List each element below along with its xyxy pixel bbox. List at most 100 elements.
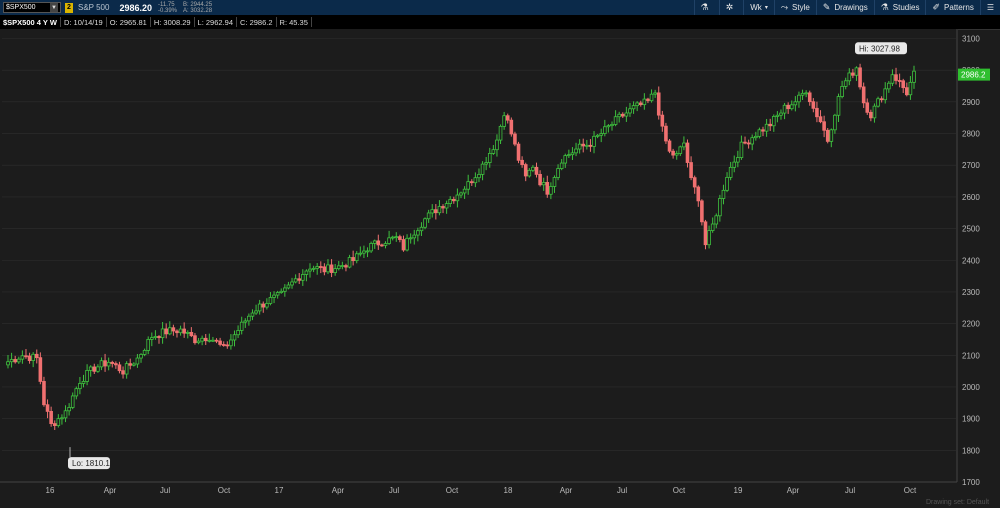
symbol-text: $SPX500 [6,4,36,11]
x-tick-label: 19 [734,486,743,495]
flask-button[interactable]: ⚗ [693,0,719,15]
patterns-button[interactable]: ✐ Patterns [925,0,979,15]
candle-body [825,129,830,142]
candle-body [372,240,377,244]
candle-body [469,181,474,184]
candle-body [110,361,115,364]
timeframe-button[interactable]: Wk ▾ [743,0,774,15]
candle-body [247,315,251,322]
candle-body [861,86,866,104]
candle-body [585,144,589,147]
candle-body [736,157,740,163]
x-tick-label: Apr [104,486,117,495]
menu-button[interactable]: ☰ [979,0,1000,15]
candle-body [721,189,726,199]
candle-body [822,121,826,131]
candle-body [771,116,776,127]
candle-body [365,250,370,253]
candle-body [398,236,402,240]
candle-body [221,344,226,346]
x-axis: 16 Apr Jul Oct 17 Apr Jul Oct 18 Apr Jul Oct 19 Apr Ju… [46,486,990,506]
x-tick-label: Oct [904,486,917,495]
candle-body [804,92,808,95]
candle-body [214,339,219,342]
y-tick-label: 2600 [962,193,980,202]
y-tick-label: 1700 [962,478,980,487]
y-tick-label: 2100 [962,351,980,360]
candle-body [797,94,801,103]
candle-body [164,328,168,335]
symbol-selector[interactable]: $SPX500 ▼ [3,2,61,13]
candle-body [829,129,834,142]
candle-body [189,331,194,337]
x-tick-label: Apr [787,486,800,495]
info-date: D: 10/14/19 [61,17,107,27]
candle-body [128,363,133,366]
candle-body [473,177,478,184]
candle-body [581,143,586,147]
patterns-icon: ✐ [932,2,941,12]
candle-body [452,198,456,202]
candle-body [646,98,650,102]
candle-body [96,366,100,372]
candle-body [16,358,21,363]
chart-toolbar: ⚗ ✲ Wk ▾ ⤳ Style ✎ Drawings ⚗ Studies ✐ Patte… [693,0,1000,15]
candle-body [455,194,460,202]
candle-body [412,234,417,239]
link-badge[interactable]: 2 [65,2,73,13]
studies-button[interactable]: ⚗ Studies [873,0,926,15]
candle-body [326,264,330,273]
candle-body [311,267,316,270]
candle-body [531,166,535,171]
candle-body [239,321,244,331]
candle-body [807,92,812,103]
candle-body [685,142,690,163]
candle-body [81,381,86,384]
candle-body [34,353,39,359]
candle-body [257,303,262,312]
candle-body [60,417,64,420]
candle-body [387,237,391,244]
x-tick-label: Apr [560,486,573,495]
candle-body [624,112,629,117]
x-tick-label: Apr [332,486,345,495]
candle-body [9,359,14,363]
chevron-down-icon[interactable]: ▼ [50,3,58,12]
bid-ask: B: 2944.25 A: 3032.28 [183,2,212,14]
candle-body [27,355,32,362]
style-button[interactable]: ⤳ Style [773,0,816,15]
candle-body [132,363,136,366]
candle-body [516,143,521,161]
candle-body [265,303,269,308]
candle-body [193,335,197,344]
settings-button[interactable]: ✲ [718,0,744,15]
candle-body [380,244,384,247]
y-tick-label: 2700 [962,161,980,170]
candle-body [74,388,79,397]
pen-icon: ✎ [822,2,831,12]
candle-body [114,363,118,366]
candle-body [150,337,154,340]
candle-body [340,265,345,267]
candle-body [678,146,683,154]
candle-body [24,355,28,358]
candle-body [750,137,755,145]
candle-body [552,177,557,187]
candle-body [872,105,877,119]
candle-body [369,242,373,252]
candle-body [297,278,302,281]
candle-body [185,331,190,334]
candle-body [318,266,323,268]
plot-area[interactable] [0,29,958,482]
price-chart[interactable]: 1700 1800 1900 2000 2100 2200 2300 2400 2500 2600… [0,29,1000,508]
candle-body [901,80,906,89]
candle-body [513,133,517,145]
y-tick-label: 2300 [962,288,980,297]
drawings-button[interactable]: ✎ Drawings [815,0,874,15]
candle-body [279,290,284,293]
candle-body [746,142,751,145]
candle-body [523,164,528,177]
candle-body [103,360,107,367]
candle-body [603,126,607,134]
x-tick-label: Jul [845,486,855,495]
